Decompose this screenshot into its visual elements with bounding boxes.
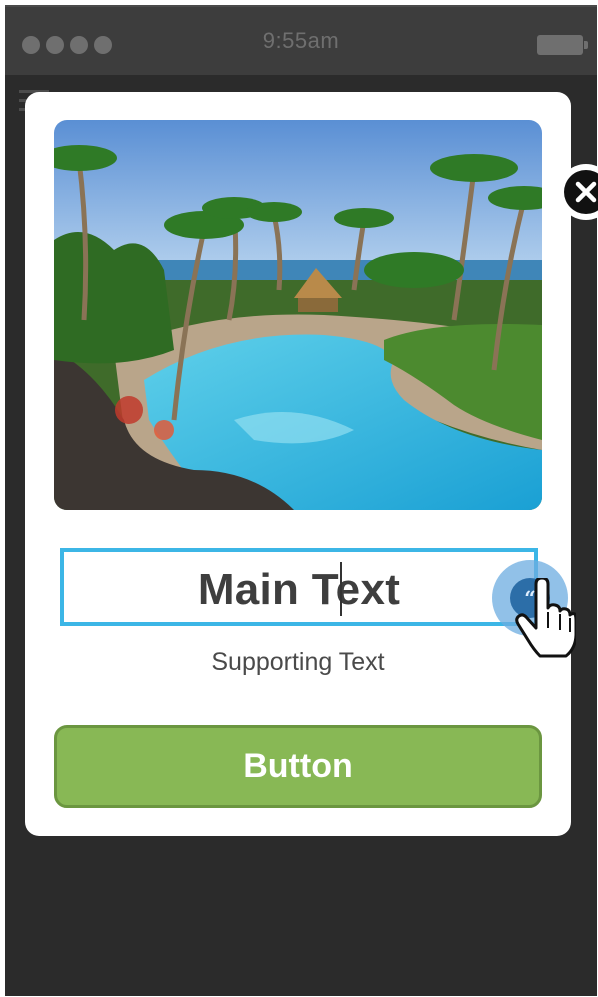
- hand-pointer-icon: [515, 578, 576, 658]
- close-button[interactable]: [558, 164, 598, 220]
- supporting-text: Supporting Text: [211, 648, 385, 676]
- main-text-field[interactable]: Main Text: [60, 548, 538, 626]
- close-icon: [564, 170, 598, 214]
- status-time: 9:55am: [262, 28, 340, 53]
- modal-card: Main Text “ Supporting Text Button: [25, 92, 598, 836]
- main-text: Main Text: [197, 565, 401, 614]
- resort-pool-photo: [54, 120, 542, 510]
- text-caret: [340, 562, 342, 616]
- battery-icon: [537, 35, 588, 55]
- status-bar: 9:55am: [5, 7, 597, 75]
- primary-button[interactable]: Button: [54, 725, 542, 808]
